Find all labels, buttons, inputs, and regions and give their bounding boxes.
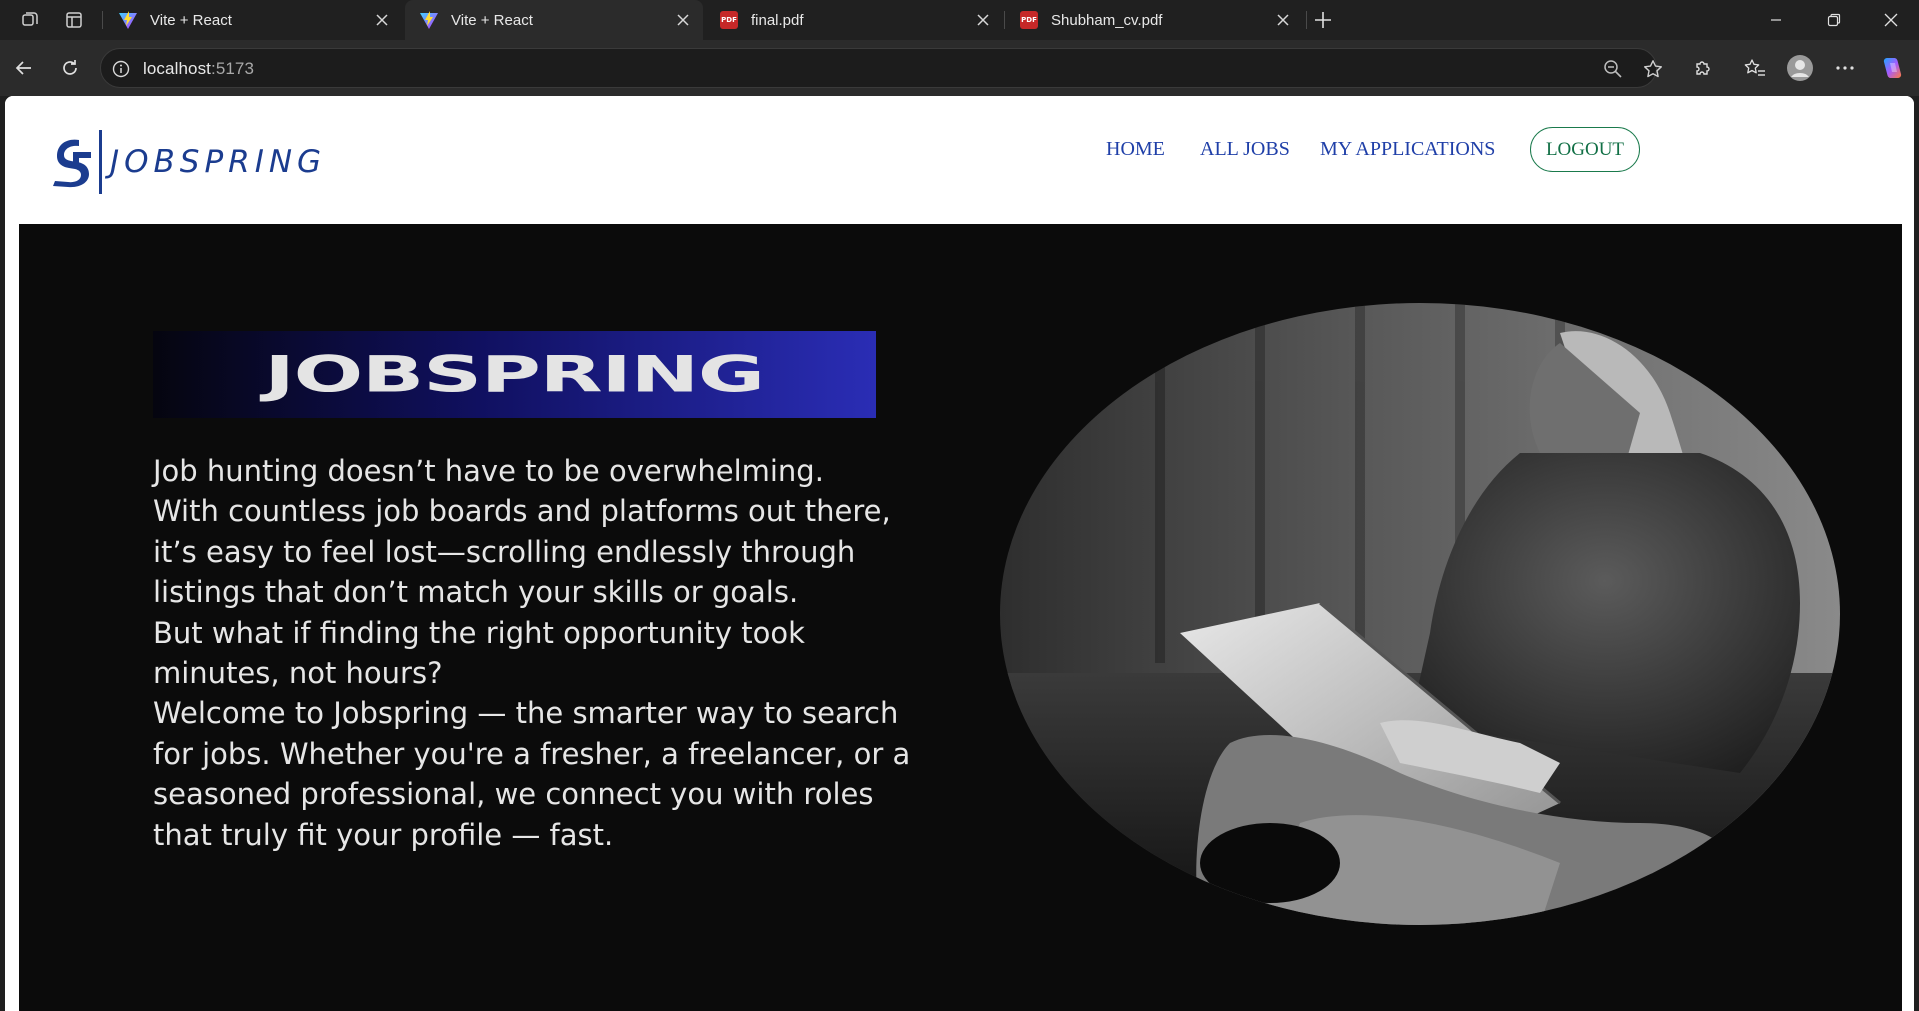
hero-brand-banner: JOBSPRING <box>153 331 876 418</box>
tab-vite-react-2[interactable]: Vite + React <box>405 0 703 40</box>
nav-my-applications[interactable]: MY APPLICATIONS <box>1320 138 1495 161</box>
close-icon[interactable] <box>671 8 695 32</box>
site-info-icon[interactable] <box>111 59 131 79</box>
workspaces-icon[interactable] <box>14 6 46 34</box>
restore-button[interactable] <box>1805 0 1863 40</box>
extensions-button[interactable] <box>1687 52 1719 84</box>
site-header: JOBSPRING HOME ALL JOBS MY APPLICATIONS … <box>5 96 1914 224</box>
browser-toolbar: localhost:5173 <box>0 40 1919 96</box>
vertical-tabs-icon[interactable] <box>58 6 90 34</box>
restore-icon <box>1827 13 1841 27</box>
refresh-icon <box>63 60 77 75</box>
tab-title: Vite + React <box>451 11 533 29</box>
favorite-star-icon[interactable] <box>1641 57 1665 81</box>
hero-description: Job hunting doesn’t have to be overwhelm… <box>153 451 1033 855</box>
hero-paragraph-3: Welcome to Jobspring — the smarter way t… <box>153 696 911 852</box>
logout-button[interactable]: LOGOUT <box>1530 127 1640 172</box>
address-bar[interactable]: localhost:5173 <box>100 48 1662 88</box>
plus-icon <box>1315 12 1331 28</box>
tab-title: Shubham_cv.pdf <box>1051 11 1163 29</box>
pdf-icon: PDF <box>1019 10 1039 30</box>
refresh-button[interactable] <box>54 52 86 84</box>
back-button[interactable] <box>8 52 40 84</box>
hero-section: JOBSPRING Job hunting doesn’t have to be… <box>19 224 1902 1011</box>
tab-title: final.pdf <box>751 11 804 29</box>
tab-final-pdf[interactable]: PDF final.pdf <box>705 0 1003 40</box>
tab-vite-react-1[interactable]: Vite + React <box>104 0 402 40</box>
puzzle-icon <box>1696 61 1710 75</box>
close-icon[interactable] <box>1271 8 1295 32</box>
zoom-out-icon[interactable] <box>1601 57 1625 81</box>
url-text: localhost:5173 <box>143 59 255 78</box>
profile-avatar[interactable] <box>1784 52 1816 84</box>
minimize-icon <box>1771 19 1781 21</box>
copilot-icon <box>1883 58 1902 78</box>
copilot-button[interactable] <box>1876 52 1908 84</box>
back-arrow-icon <box>15 61 31 75</box>
more-options-button[interactable] <box>1829 52 1861 84</box>
hero-paragraph-1: Job hunting doesn’t have to be overwhelm… <box>153 454 891 610</box>
pdf-icon: PDF <box>719 10 739 30</box>
tab-shubham-cv-pdf[interactable]: PDF Shubham_cv.pdf <box>1005 0 1303 40</box>
close-icon[interactable] <box>370 8 394 32</box>
vite-icon <box>419 10 439 30</box>
nav-all-jobs[interactable]: ALL JOBS <box>1200 138 1290 161</box>
nav-home[interactable]: HOME <box>1106 138 1165 161</box>
page-viewport: JOBSPRING HOME ALL JOBS MY APPLICATIONS … <box>5 96 1914 1011</box>
minimize-button[interactable] <box>1747 0 1805 40</box>
favorites-list-icon <box>1744 59 1765 76</box>
ellipsis-icon <box>1836 66 1854 70</box>
browser-tab-bar: Vite + React Vite + React PDF final.pdf … <box>0 0 1919 40</box>
woman-with-laptop-image <box>1000 303 1840 925</box>
tab-title: Vite + React <box>150 11 232 29</box>
close-icon <box>1884 13 1898 27</box>
avatar-icon <box>1787 55 1813 81</box>
new-tab-button[interactable] <box>1307 6 1339 34</box>
vite-icon <box>118 10 138 30</box>
close-icon[interactable] <box>971 8 995 32</box>
hero-brand-title: JOBSPRING <box>264 345 766 404</box>
hero-image <box>1000 303 1840 925</box>
favorites-button[interactable] <box>1739 52 1771 84</box>
close-window-button[interactable] <box>1862 0 1919 40</box>
hero-paragraph-2: But what if finding the right opportunit… <box>153 615 805 691</box>
